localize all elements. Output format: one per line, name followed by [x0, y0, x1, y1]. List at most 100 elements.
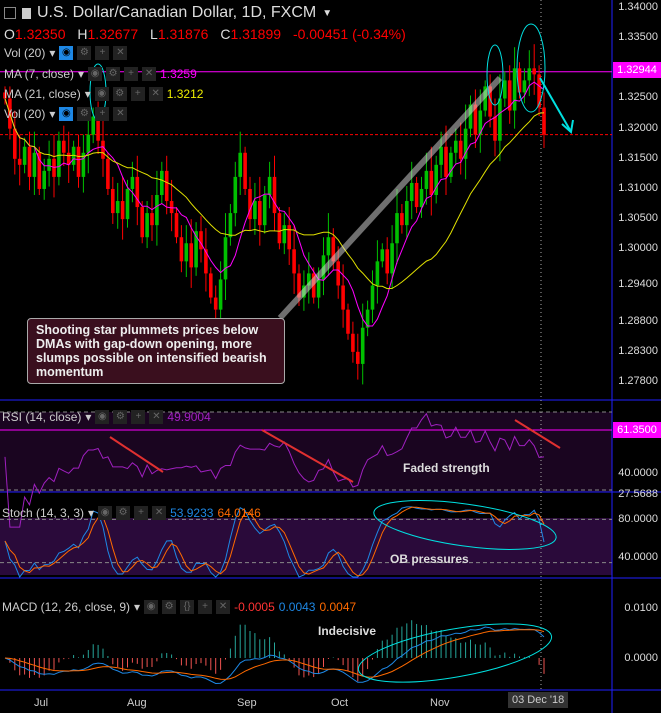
close-icon[interactable]: ✕ — [216, 600, 231, 614]
indicator-ma7[interactable]: MA (7, close) ▾ ◉ ⚙ + ✕ 1.3259 — [4, 67, 197, 81]
candle-body — [125, 188, 130, 220]
eye-icon[interactable]: ◉ — [95, 410, 110, 424]
chevron-down-icon[interactable]: ▾ — [49, 46, 55, 60]
indicator-macd[interactable]: MACD (12, 26, close, 9) ▾ ◉ ⚙{} + ✕ -0.0005 0.0… — [2, 600, 356, 614]
candle-body — [164, 170, 169, 202]
candle-body — [454, 140, 458, 153]
plus-icon[interactable]: + — [130, 87, 145, 101]
rsi-tag: 61.3500 — [613, 422, 661, 438]
candle-body — [527, 68, 532, 81]
candle-body — [160, 170, 164, 195]
close-icon[interactable]: ✕ — [113, 46, 128, 60]
close-icon[interactable]: ✕ — [113, 107, 128, 121]
candle-body — [429, 170, 434, 195]
close-icon[interactable]: ✕ — [148, 87, 163, 101]
close-icon[interactable]: ✕ — [152, 506, 167, 520]
low-value: 1.31876 — [157, 26, 209, 42]
chevron-down-icon[interactable]: ▾ — [85, 410, 91, 424]
indicator-label: MA (7, close) — [4, 67, 75, 81]
gear-icon[interactable]: ⚙ — [116, 506, 131, 520]
price-axis-label: 1.28300 — [618, 344, 658, 357]
chevron-down-icon[interactable]: ▼ — [322, 8, 332, 19]
stoch-axis-label: 40.0000 — [618, 551, 658, 563]
candle-body — [458, 140, 463, 159]
plus-icon[interactable]: + — [95, 46, 110, 60]
collapse-icon[interactable] — [4, 7, 16, 19]
candle-body — [444, 146, 448, 177]
macd-ellipse — [357, 623, 553, 683]
indicator-rsi[interactable]: RSI (14, close) ▾ ◉ ⚙ + ✕ 49.9004 — [2, 410, 211, 424]
candle-body — [150, 213, 154, 226]
eye-icon[interactable]: ◉ — [94, 87, 109, 101]
gear-icon[interactable]: ⚙ — [112, 87, 127, 101]
candle-body — [503, 80, 507, 99]
indicator-ma21[interactable]: MA (21, close) ▾ ◉ ⚙ + ✕ 1.3212 — [4, 87, 203, 101]
price-axis-label: 1.32500 — [618, 91, 658, 104]
plus-icon[interactable]: + — [198, 600, 213, 614]
chevron-down-icon[interactable]: ▾ — [134, 600, 140, 614]
candle-body — [351, 333, 355, 352]
candle-body — [267, 176, 272, 195]
eye-icon[interactable]: ◉ — [98, 506, 113, 520]
candle-body — [145, 213, 149, 238]
macd-axis-label: 0.0100 — [624, 602, 658, 614]
candle-body — [17, 158, 22, 165]
chevron-down-icon[interactable]: ▾ — [49, 107, 55, 121]
candle-body — [419, 188, 424, 208]
month-label: Oct — [331, 697, 349, 709]
eye-icon[interactable]: ◉ — [144, 600, 159, 614]
indicator-stoch[interactable]: Stoch (14, 3, 3) ▾ ◉ ⚙ + ✕ 53.9233 64.0146 — [2, 506, 261, 520]
indicator-label: MACD (12, 26, close, 9) — [2, 600, 131, 614]
candle-body — [76, 146, 81, 177]
flag-icon[interactable] — [22, 7, 31, 19]
gear-icon[interactable]: ⚙ — [77, 107, 92, 121]
ma7-value: 1.3259 — [160, 67, 197, 81]
candle-body — [542, 107, 546, 135]
symbol-title[interactable]: U.S. Dollar/Canadian Dollar, 1D, FXCM — [37, 4, 316, 22]
candle-body — [385, 249, 389, 274]
main-annotation: Shooting star plummets prices below DMAs… — [27, 318, 285, 384]
indicator-vol-2[interactable]: Vol (20) ▾ ◉ ⚙ + ✕ — [4, 107, 128, 121]
plus-icon[interactable]: + — [124, 67, 139, 81]
candle-body — [101, 140, 105, 159]
candle-body — [287, 225, 291, 250]
stoch-annotation: OB pressures — [390, 552, 469, 566]
candle-body — [184, 243, 189, 262]
plus-icon[interactable]: + — [95, 107, 110, 121]
braces-icon[interactable]: {} — [180, 600, 195, 614]
gear-icon[interactable]: ⚙ — [106, 67, 121, 81]
chevron-down-icon[interactable]: ▾ — [85, 87, 91, 101]
macd-signal-value: 0.0047 — [319, 600, 357, 614]
candle-body — [395, 213, 399, 244]
indicator-vol-1[interactable]: Vol (20) ▾ ◉ ⚙ + ✕ — [4, 46, 128, 60]
candle-body — [213, 297, 218, 310]
price-axis-label: 1.31500 — [618, 151, 658, 164]
trend-channel — [277, 75, 503, 321]
close-icon[interactable]: ✕ — [142, 67, 157, 81]
eye-icon[interactable]: ◉ — [59, 46, 74, 60]
chevron-down-icon[interactable]: ▾ — [78, 67, 84, 81]
candle-body — [243, 152, 247, 189]
candle-body — [218, 279, 223, 310]
rsi-axis-label: 27.5688 — [618, 488, 658, 500]
plus-icon[interactable]: + — [131, 410, 146, 424]
price-axis-label: 1.31000 — [618, 181, 658, 194]
stoch-d-value: 64.0146 — [217, 506, 261, 520]
candle-body — [346, 309, 350, 334]
low-label: L — [150, 26, 158, 42]
eye-icon[interactable]: ◉ — [59, 107, 74, 121]
eye-icon[interactable]: ◉ — [88, 67, 103, 81]
chevron-down-icon[interactable]: ▾ — [88, 506, 94, 520]
candle-body — [228, 213, 233, 238]
candle-body — [86, 134, 91, 153]
plus-icon[interactable]: + — [134, 506, 149, 520]
macd-hist-value: -0.0005 — [234, 600, 275, 614]
price-axis-label: 1.33500 — [618, 31, 658, 44]
gear-icon[interactable]: ⚙ — [113, 410, 128, 424]
gear-icon[interactable]: ⚙ — [77, 46, 92, 60]
candle-body — [262, 195, 267, 226]
candle-body — [272, 176, 277, 214]
close-icon[interactable]: ✕ — [149, 410, 164, 424]
cursor-date: 03 Dec '18 — [508, 692, 569, 708]
gear-icon[interactable]: ⚙ — [162, 600, 177, 614]
